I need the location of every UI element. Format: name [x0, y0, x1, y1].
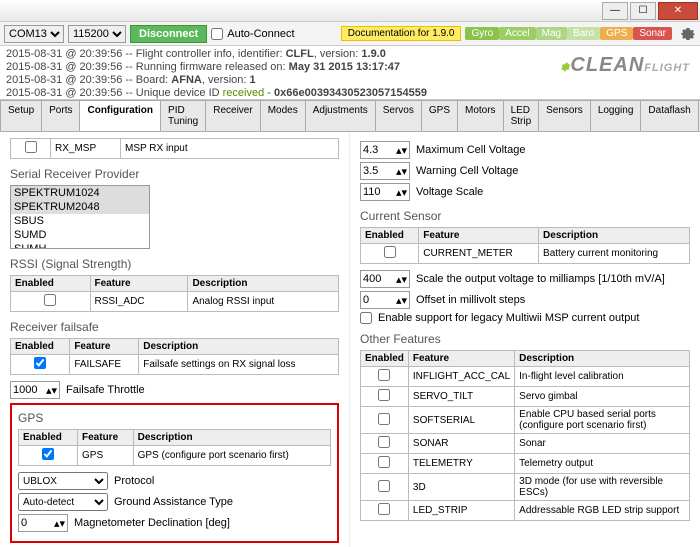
table-row: LED_STRIPAddressable RGB LED strip suppo…	[361, 501, 690, 521]
voltage-scale-input[interactable]: 110▴▾	[360, 183, 410, 201]
documentation-link[interactable]: Documentation for 1.9.0	[341, 26, 462, 41]
current-checkbox[interactable]	[384, 246, 396, 258]
status-pill-accel: Accel	[499, 27, 535, 40]
failsafe-title: Receiver failsafe	[10, 320, 339, 334]
current-offset-input[interactable]: 0▴▾	[360, 291, 410, 309]
feature-checkbox[interactable]	[378, 369, 390, 381]
port-select[interactable]: COM13	[4, 25, 64, 43]
autoconnect-checkbox[interactable]	[211, 25, 223, 43]
tab-modes[interactable]: Modes	[260, 100, 306, 131]
titlebar: — ☐ ✕	[0, 0, 700, 22]
feature-checkbox[interactable]	[378, 413, 390, 425]
failsafe-throttle-input[interactable]: 1000▴▾	[10, 381, 60, 399]
tab-led-strip[interactable]: LED Strip	[503, 100, 540, 131]
tab-setup[interactable]: Setup	[0, 100, 42, 131]
baud-select[interactable]: 115200	[68, 25, 126, 43]
serial-option[interactable]: SPEKTRUM1024	[11, 186, 149, 200]
tab-receiver[interactable]: Receiver	[205, 100, 260, 131]
gps-protocol-select[interactable]: UBLOX	[18, 472, 108, 490]
feature-checkbox[interactable]	[378, 456, 390, 468]
legacy-msp-checkbox[interactable]	[360, 312, 372, 324]
status-pill-gps: GPS	[600, 27, 633, 40]
tab-servos[interactable]: Servos	[375, 100, 422, 131]
table-row: SOFTSERIALEnable CPU based serial ports …	[361, 407, 690, 434]
current-title: Current Sensor	[360, 209, 690, 223]
serial-option[interactable]: SUMH	[11, 242, 149, 249]
toolbar: COM13 115200 Disconnect Auto-Connect Doc…	[0, 22, 700, 46]
max-cell-input[interactable]: 4.3▴▾	[360, 141, 410, 159]
window-minimize[interactable]: —	[602, 2, 628, 20]
rssi-checkbox[interactable]	[44, 294, 56, 306]
serial-option[interactable]: SUMD	[11, 228, 149, 242]
table-row: SONARSonar	[361, 434, 690, 454]
rxmsp-table: RX_MSPMSP RX input	[10, 138, 339, 159]
tab-adjustments[interactable]: Adjustments	[305, 100, 376, 131]
current-scale-input[interactable]: 400▴▾	[360, 270, 410, 288]
tab-sensors[interactable]: Sensors	[538, 100, 591, 131]
status-pill-baro: Baro	[567, 27, 600, 40]
table-row: INFLIGHT_ACC_CALIn-flight level calibrat…	[361, 367, 690, 387]
tab-dataflash[interactable]: Dataflash	[640, 100, 698, 131]
serial-provider-list[interactable]: SPEKTRUM1024SPEKTRUM2048SBUSSUMDSUMH	[10, 185, 150, 249]
feature-checkbox[interactable]	[378, 389, 390, 401]
status-pill-sonar: Sonar	[633, 27, 672, 40]
tab-bar: SetupPortsConfigurationPID TuningReceive…	[0, 100, 700, 132]
feature-checkbox[interactable]	[378, 480, 390, 492]
feature-checkbox[interactable]	[378, 436, 390, 448]
serial-option[interactable]: SPEKTRUM2048	[11, 200, 149, 214]
window-maximize[interactable]: ☐	[630, 2, 656, 20]
tab-configuration[interactable]: Configuration	[79, 100, 161, 131]
gps-section: GPS EnabledFeatureDescription GPSGPS (co…	[10, 403, 339, 543]
rssi-title: RSSI (Signal Strength)	[10, 257, 339, 271]
tab-gps[interactable]: GPS	[421, 100, 458, 131]
table-row: SERVO_TILTServo gimbal	[361, 387, 690, 407]
autoconnect-label: Auto-Connect	[227, 28, 294, 40]
gps-title: GPS	[18, 411, 331, 425]
other-title: Other Features	[360, 332, 690, 346]
tab-pid-tuning[interactable]: PID Tuning	[160, 100, 206, 131]
serial-option[interactable]: SBUS	[11, 214, 149, 228]
status-pill-gyro: Gyro	[465, 27, 499, 40]
gps-gat-select[interactable]: Auto-detect	[18, 493, 108, 511]
feature-checkbox[interactable]	[378, 503, 390, 515]
table-row: TELEMETRYTelemetry output	[361, 454, 690, 474]
failsafe-checkbox[interactable]	[34, 357, 46, 369]
brand-logo: ✽CLEANFLIGHT	[560, 54, 690, 77]
log-area: 2015-08-31 @ 20:39:56 -- Flight controll…	[0, 46, 700, 100]
status-pill-mag: Mag	[536, 27, 567, 40]
gps-mag-input[interactable]: 0▴▾	[18, 514, 68, 532]
gear-icon[interactable]	[680, 26, 696, 42]
tab-ports[interactable]: Ports	[41, 100, 80, 131]
tab-logging[interactable]: Logging	[590, 100, 642, 131]
serial-title: Serial Receiver Provider	[10, 167, 339, 181]
tab-motors[interactable]: Motors	[457, 100, 504, 131]
gps-checkbox[interactable]	[42, 448, 54, 460]
warn-cell-input[interactable]: 3.5▴▾	[360, 162, 410, 180]
window-close[interactable]: ✕	[658, 2, 698, 20]
disconnect-button[interactable]: Disconnect	[130, 25, 207, 43]
rxmsp-checkbox[interactable]	[25, 141, 37, 153]
table-row: 3D3D mode (for use with reversible ESCs)	[361, 474, 690, 501]
